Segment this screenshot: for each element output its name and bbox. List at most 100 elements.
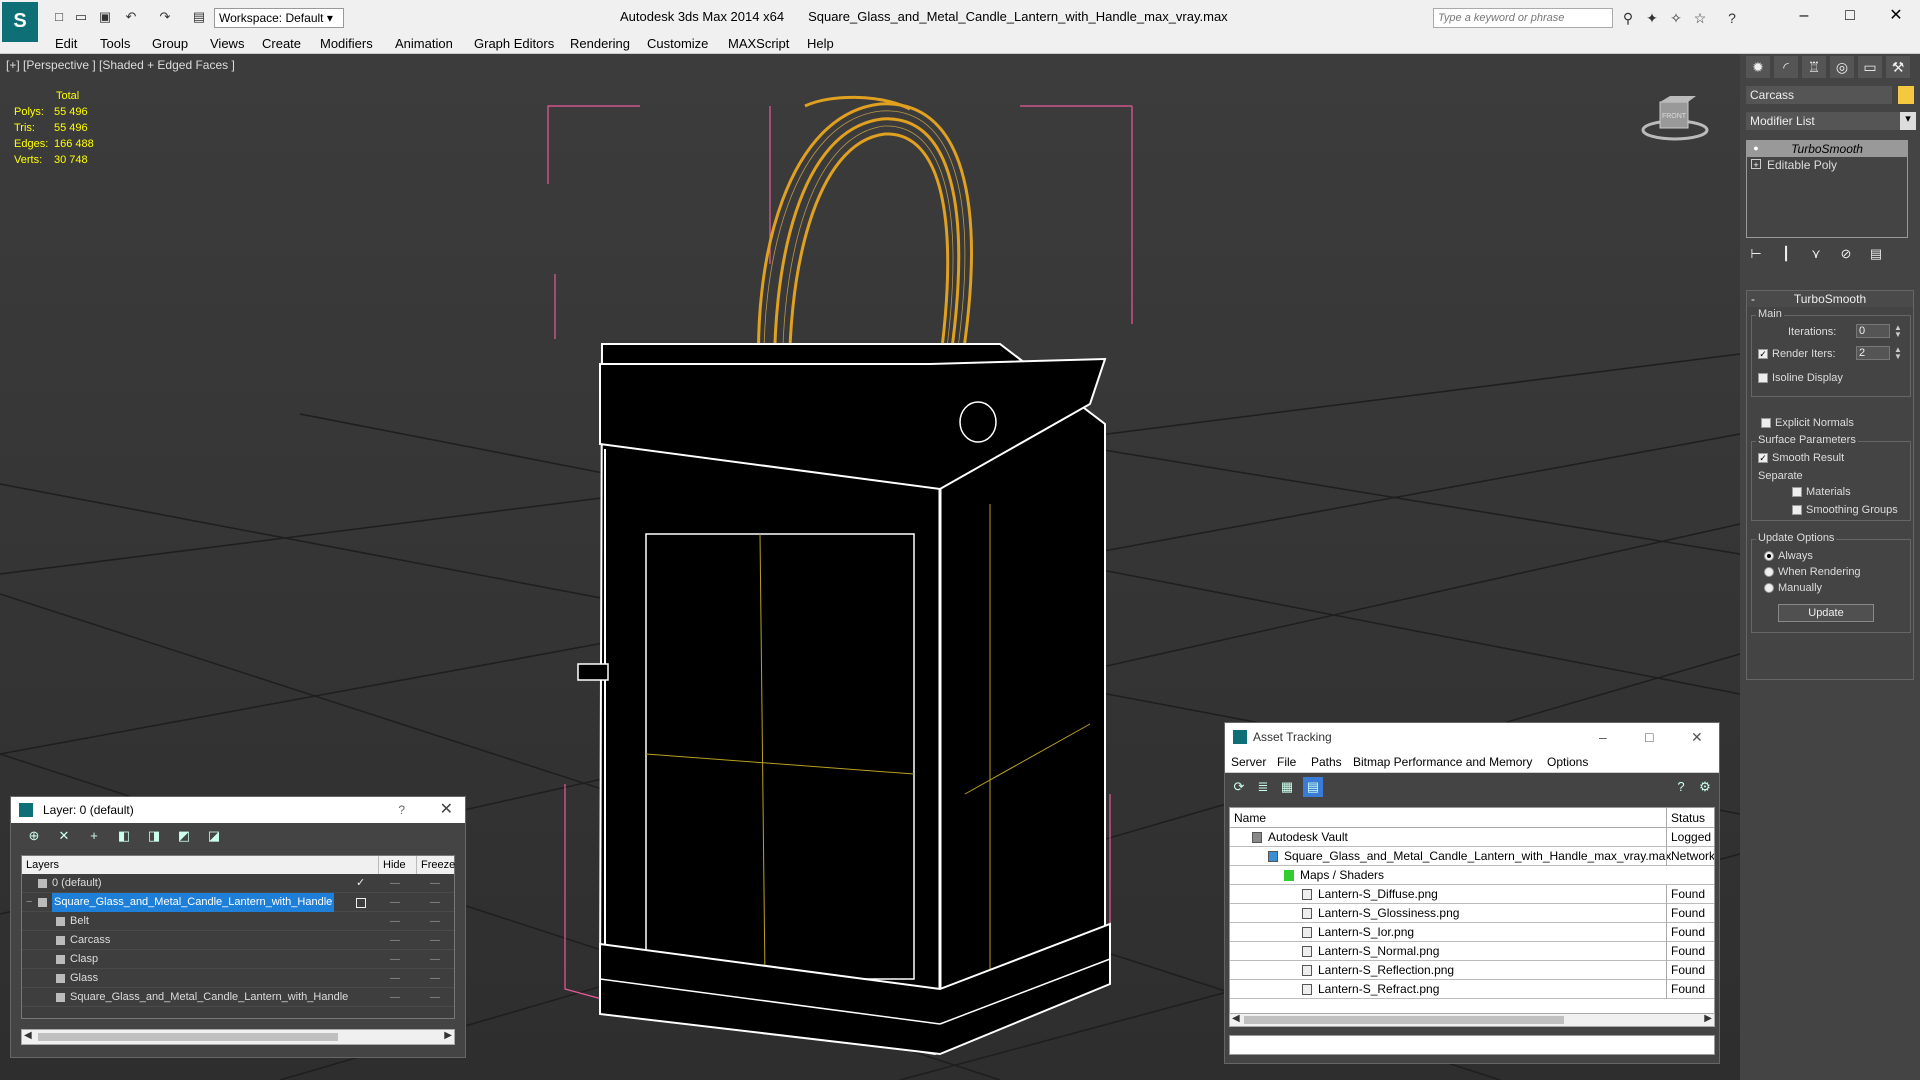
hide-toggle[interactable]: —	[390, 931, 400, 950]
chevron-down-icon[interactable]: ▾	[1900, 112, 1916, 130]
hide-all-layers-icon[interactable]: ◩	[175, 827, 193, 845]
col-layers[interactable]: Layers	[26, 856, 59, 874]
asset-row[interactable]: Lantern-S_Reflection.png Found	[1230, 961, 1714, 980]
asset-row[interactable]: Maps / Shaders	[1230, 866, 1714, 885]
object-name-field[interactable]: Carcass	[1746, 86, 1892, 104]
utilities-tab-icon[interactable]: ⚒	[1886, 56, 1910, 78]
close-button[interactable]: ✕	[1876, 4, 1916, 28]
app-menu-button[interactable]: S	[2, 2, 38, 42]
iterations-spinner[interactable]: 0	[1856, 324, 1890, 338]
always-row[interactable]: Always	[1764, 550, 1813, 562]
object-row[interactable]: Clasp — —	[22, 950, 454, 969]
new-file-icon[interactable]: □	[50, 8, 68, 26]
freeze-toggle[interactable]: —	[430, 988, 440, 1007]
help-icon[interactable]: ?	[1722, 8, 1742, 28]
scroll-left-icon[interactable]: ◀	[1232, 1013, 1240, 1024]
highlight-layer-icon[interactable]: ◨	[145, 827, 163, 845]
hierarchy-tab-icon[interactable]: ♖	[1802, 56, 1826, 78]
delete-layer-icon[interactable]: ✕	[55, 827, 73, 845]
update-button[interactable]: Update	[1778, 604, 1874, 622]
freeze-toggle[interactable]: —	[430, 950, 440, 969]
menu-options[interactable]: Options	[1547, 751, 1588, 773]
explicit-normals-row[interactable]: Explicit Normals	[1761, 417, 1854, 429]
remove-modifier-icon[interactable]: ⊘	[1836, 244, 1856, 264]
maximize-button[interactable]: □	[1645, 723, 1653, 751]
stack-item-turbosmooth[interactable]: ● TurboSmooth	[1747, 141, 1907, 157]
minimize-button[interactable]: –	[1784, 4, 1824, 28]
list-view-icon[interactable]: ≣	[1253, 777, 1273, 797]
close-icon[interactable]: ✕	[1691, 723, 1703, 751]
scroll-right-icon[interactable]: ▶	[1704, 1013, 1712, 1024]
manually-row[interactable]: Manually	[1764, 582, 1822, 594]
modifier-list-dropdown[interactable]: Modifier List	[1746, 112, 1908, 130]
settings-icon[interactable]: ⚙	[1695, 777, 1715, 797]
isoline-checkbox[interactable]	[1758, 373, 1768, 384]
freeze-toggle[interactable]: —	[430, 931, 440, 950]
workspace-dropdown[interactable]: Workspace: Default ▾	[214, 8, 344, 28]
asset-row[interactable]: Lantern-S_Normal.png Found	[1230, 942, 1714, 961]
hide-toggle[interactable]: —	[390, 893, 400, 912]
menu-modifiers[interactable]: Modifiers	[320, 36, 373, 51]
redo-icon[interactable]: ↷	[156, 8, 174, 26]
menu-help[interactable]: Help	[807, 36, 834, 51]
communication-center-icon[interactable]: ✦	[1642, 8, 1662, 28]
layer-row[interactable]: 0 (default) ✓ — —	[22, 874, 454, 893]
menu-rendering[interactable]: Rendering	[570, 36, 630, 51]
object-color-swatch[interactable]	[1898, 86, 1914, 104]
scrollbar-thumb[interactable]	[38, 1033, 338, 1041]
asset-row[interactable]: Lantern-S_Ior.png Found	[1230, 923, 1714, 942]
freeze-toggle[interactable]: —	[430, 969, 440, 988]
hide-toggle[interactable]: —	[390, 950, 400, 969]
freeze-toggle[interactable]: —	[430, 874, 440, 893]
modify-tab-icon[interactable]: ◜	[1774, 56, 1798, 78]
render-iters-spinner[interactable]: 2	[1856, 346, 1890, 360]
menu-maxscript[interactable]: MAXScript	[728, 36, 789, 51]
layer-window-titlebar[interactable]: Layer: 0 (default) ? ✕	[11, 797, 465, 823]
render-iters-checkbox[interactable]: ✓	[1758, 349, 1768, 360]
asset-row[interactable]: Lantern-S_Diffuse.png Found	[1230, 885, 1714, 904]
make-unique-icon[interactable]: ⋎	[1806, 244, 1826, 264]
render-iters-row[interactable]: ✓ Render Iters:	[1758, 348, 1836, 360]
stack-item-editable-poly[interactable]: + Editable Poly	[1747, 157, 1907, 173]
hide-toggle[interactable]: —	[390, 988, 400, 1007]
horizontal-scrollbar[interactable]: ◀ ▶	[1229, 1013, 1715, 1027]
create-layer-icon[interactable]: ⊕	[25, 827, 43, 845]
materials-checkbox[interactable]	[1792, 487, 1802, 498]
collapse-minus-icon[interactable]: −	[26, 893, 32, 912]
motion-tab-icon[interactable]: ◎	[1830, 56, 1854, 78]
favorites-star-icon[interactable]: ☆	[1690, 8, 1710, 28]
asset-row[interactable]: Square_Glass_and_Metal_Candle_Lantern_wi…	[1230, 847, 1714, 866]
menu-bitmap-performance[interactable]: Bitmap Performance and Memory	[1353, 751, 1532, 773]
layer-row[interactable]: − Square_Glass_and_Metal_Candle_Lantern_w…	[22, 893, 454, 912]
object-row[interactable]: Belt — —	[22, 912, 454, 931]
table-view-icon[interactable]: ▤	[1303, 777, 1323, 797]
select-in-layer-icon[interactable]: ◧	[115, 827, 133, 845]
asset-row[interactable]: Autodesk Vault Logged Out	[1230, 828, 1714, 847]
isoline-row[interactable]: Isoline Display	[1758, 372, 1843, 384]
menu-edit[interactable]: Edit	[55, 36, 77, 51]
horizontal-scrollbar[interactable]: ◀ ▶	[21, 1029, 455, 1045]
col-freeze[interactable]: Freeze	[416, 856, 455, 874]
expand-plus-icon[interactable]: +	[1751, 159, 1761, 170]
asset-row[interactable]: Lantern-S_Glossiness.png Found	[1230, 904, 1714, 923]
hide-toggle[interactable]: —	[390, 969, 400, 988]
pin-stack-icon[interactable]: ⊢	[1746, 244, 1766, 264]
create-tab-icon[interactable]: ✹	[1746, 56, 1770, 78]
help-icon[interactable]: ?	[1671, 777, 1691, 797]
freeze-all-layers-icon[interactable]: ◪	[205, 827, 223, 845]
save-file-icon[interactable]: ▣	[96, 8, 114, 26]
project-folder-icon[interactable]: ▤	[190, 8, 208, 26]
freeze-toggle[interactable]: —	[430, 912, 440, 931]
menu-file[interactable]: File	[1277, 751, 1296, 773]
hide-toggle[interactable]: —	[390, 912, 400, 931]
scroll-left-icon[interactable]: ◀	[24, 1030, 32, 1041]
menu-customize[interactable]: Customize	[647, 36, 708, 51]
smoothing-groups-row[interactable]: Smoothing Groups	[1792, 504, 1898, 516]
configure-modifier-sets-icon[interactable]: ▤	[1866, 244, 1886, 264]
viewport-label[interactable]: [+] [Perspective ] [Shaded + Edged Faces…	[6, 58, 235, 72]
freeze-toggle[interactable]: —	[430, 893, 440, 912]
manually-radio[interactable]	[1764, 583, 1774, 594]
rollout-header[interactable]: - TurboSmooth	[1747, 291, 1913, 307]
object-row[interactable]: Square_Glass_and_Metal_Candle_Lantern_wi…	[22, 988, 454, 1007]
menu-tools[interactable]: Tools	[100, 36, 130, 51]
